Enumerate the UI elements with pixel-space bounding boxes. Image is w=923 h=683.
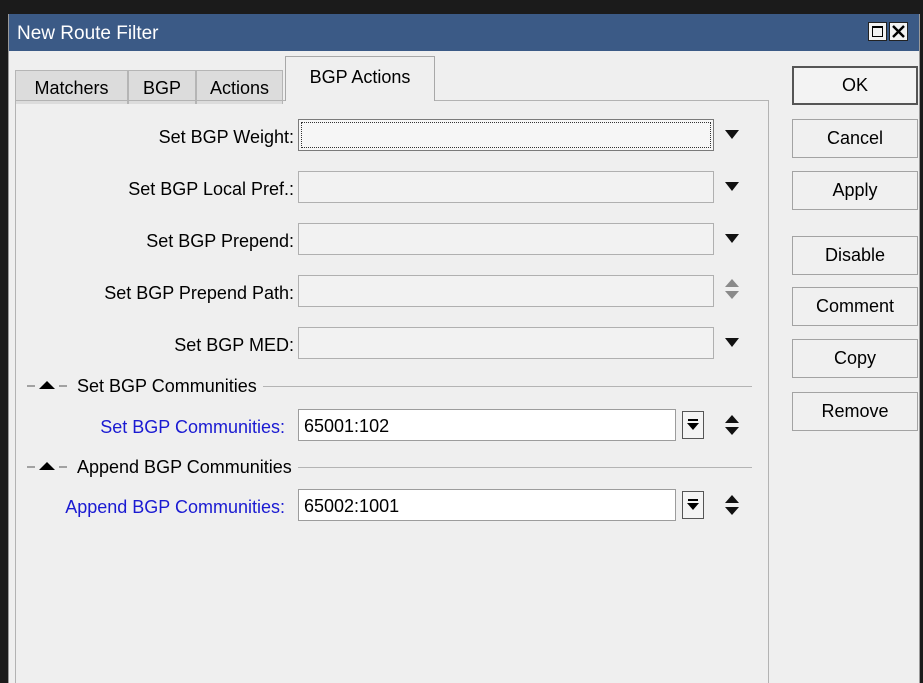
- tab-actions[interactable]: Actions: [196, 70, 283, 104]
- apply-button[interactable]: Apply: [792, 171, 918, 210]
- panel-border-top-right: [435, 100, 768, 101]
- set-bgp-communities-input[interactable]: 65001:102: [298, 409, 676, 441]
- section-title-set-communities: Set BGP Communities: [71, 376, 263, 397]
- label-append-bgp-communities: Append BGP Communities:: [65, 497, 285, 517]
- tab-matchers[interactable]: Matchers: [15, 70, 128, 104]
- set-bgp-med-input[interactable]: [298, 327, 714, 359]
- remove-button[interactable]: Remove: [792, 392, 918, 431]
- collapse-triangle-icon[interactable]: [27, 460, 73, 474]
- disable-button[interactable]: Disable: [792, 236, 918, 275]
- label-set-bgp-prepend: Set BGP Prepend:: [146, 231, 294, 251]
- list-down-icon[interactable]: [682, 491, 704, 519]
- window-title: New Route Filter: [17, 23, 159, 44]
- route-filter-dialog: New Route Filter Matchers BGP Actions BG…: [8, 14, 920, 683]
- comment-button[interactable]: Comment: [792, 287, 918, 326]
- label-set-bgp-local-pref: Set BGP Local Pref.:: [128, 179, 294, 199]
- set-bgp-weight-input[interactable]: [298, 119, 714, 151]
- ok-button[interactable]: OK: [792, 66, 918, 105]
- panel-border-top-left: [15, 100, 285, 101]
- cancel-button[interactable]: Cancel: [792, 119, 918, 158]
- copy-button[interactable]: Copy: [792, 339, 918, 378]
- dropdown-arrow-icon[interactable]: [725, 234, 739, 243]
- label-set-bgp-weight: Set BGP Weight:: [158, 127, 294, 147]
- label-set-bgp-communities: Set BGP Communities:: [100, 417, 285, 437]
- dropdown-arrow-icon[interactable]: [725, 182, 739, 191]
- title-bar[interactable]: New Route Filter: [9, 14, 919, 51]
- up-down-arrows-icon[interactable]: [725, 279, 739, 299]
- set-bgp-prepend-input[interactable]: [298, 223, 714, 255]
- collapse-triangle-icon[interactable]: [27, 379, 73, 393]
- set-bgp-local-pref-input[interactable]: [298, 171, 714, 203]
- label-set-bgp-med: Set BGP MED:: [174, 335, 294, 355]
- panel-border-left: [15, 100, 16, 683]
- label-set-bgp-prepend-path: Set BGP Prepend Path:: [104, 283, 294, 303]
- list-down-icon[interactable]: [682, 411, 704, 439]
- dropdown-arrow-icon[interactable]: [725, 338, 739, 347]
- set-bgp-prepend-path-input[interactable]: [298, 275, 714, 307]
- dropdown-arrow-icon[interactable]: [725, 130, 739, 139]
- tab-bgp[interactable]: BGP: [128, 70, 196, 104]
- tab-bgp-actions[interactable]: BGP Actions: [285, 56, 435, 101]
- maximize-icon[interactable]: [868, 22, 887, 41]
- close-icon[interactable]: [889, 22, 908, 41]
- up-down-arrows-icon[interactable]: [725, 495, 739, 515]
- up-down-arrows-icon[interactable]: [725, 415, 739, 435]
- panel-border-right: [768, 100, 769, 683]
- append-bgp-communities-input[interactable]: 65002:1001: [298, 489, 676, 521]
- section-title-append-communities: Append BGP Communities: [71, 457, 298, 478]
